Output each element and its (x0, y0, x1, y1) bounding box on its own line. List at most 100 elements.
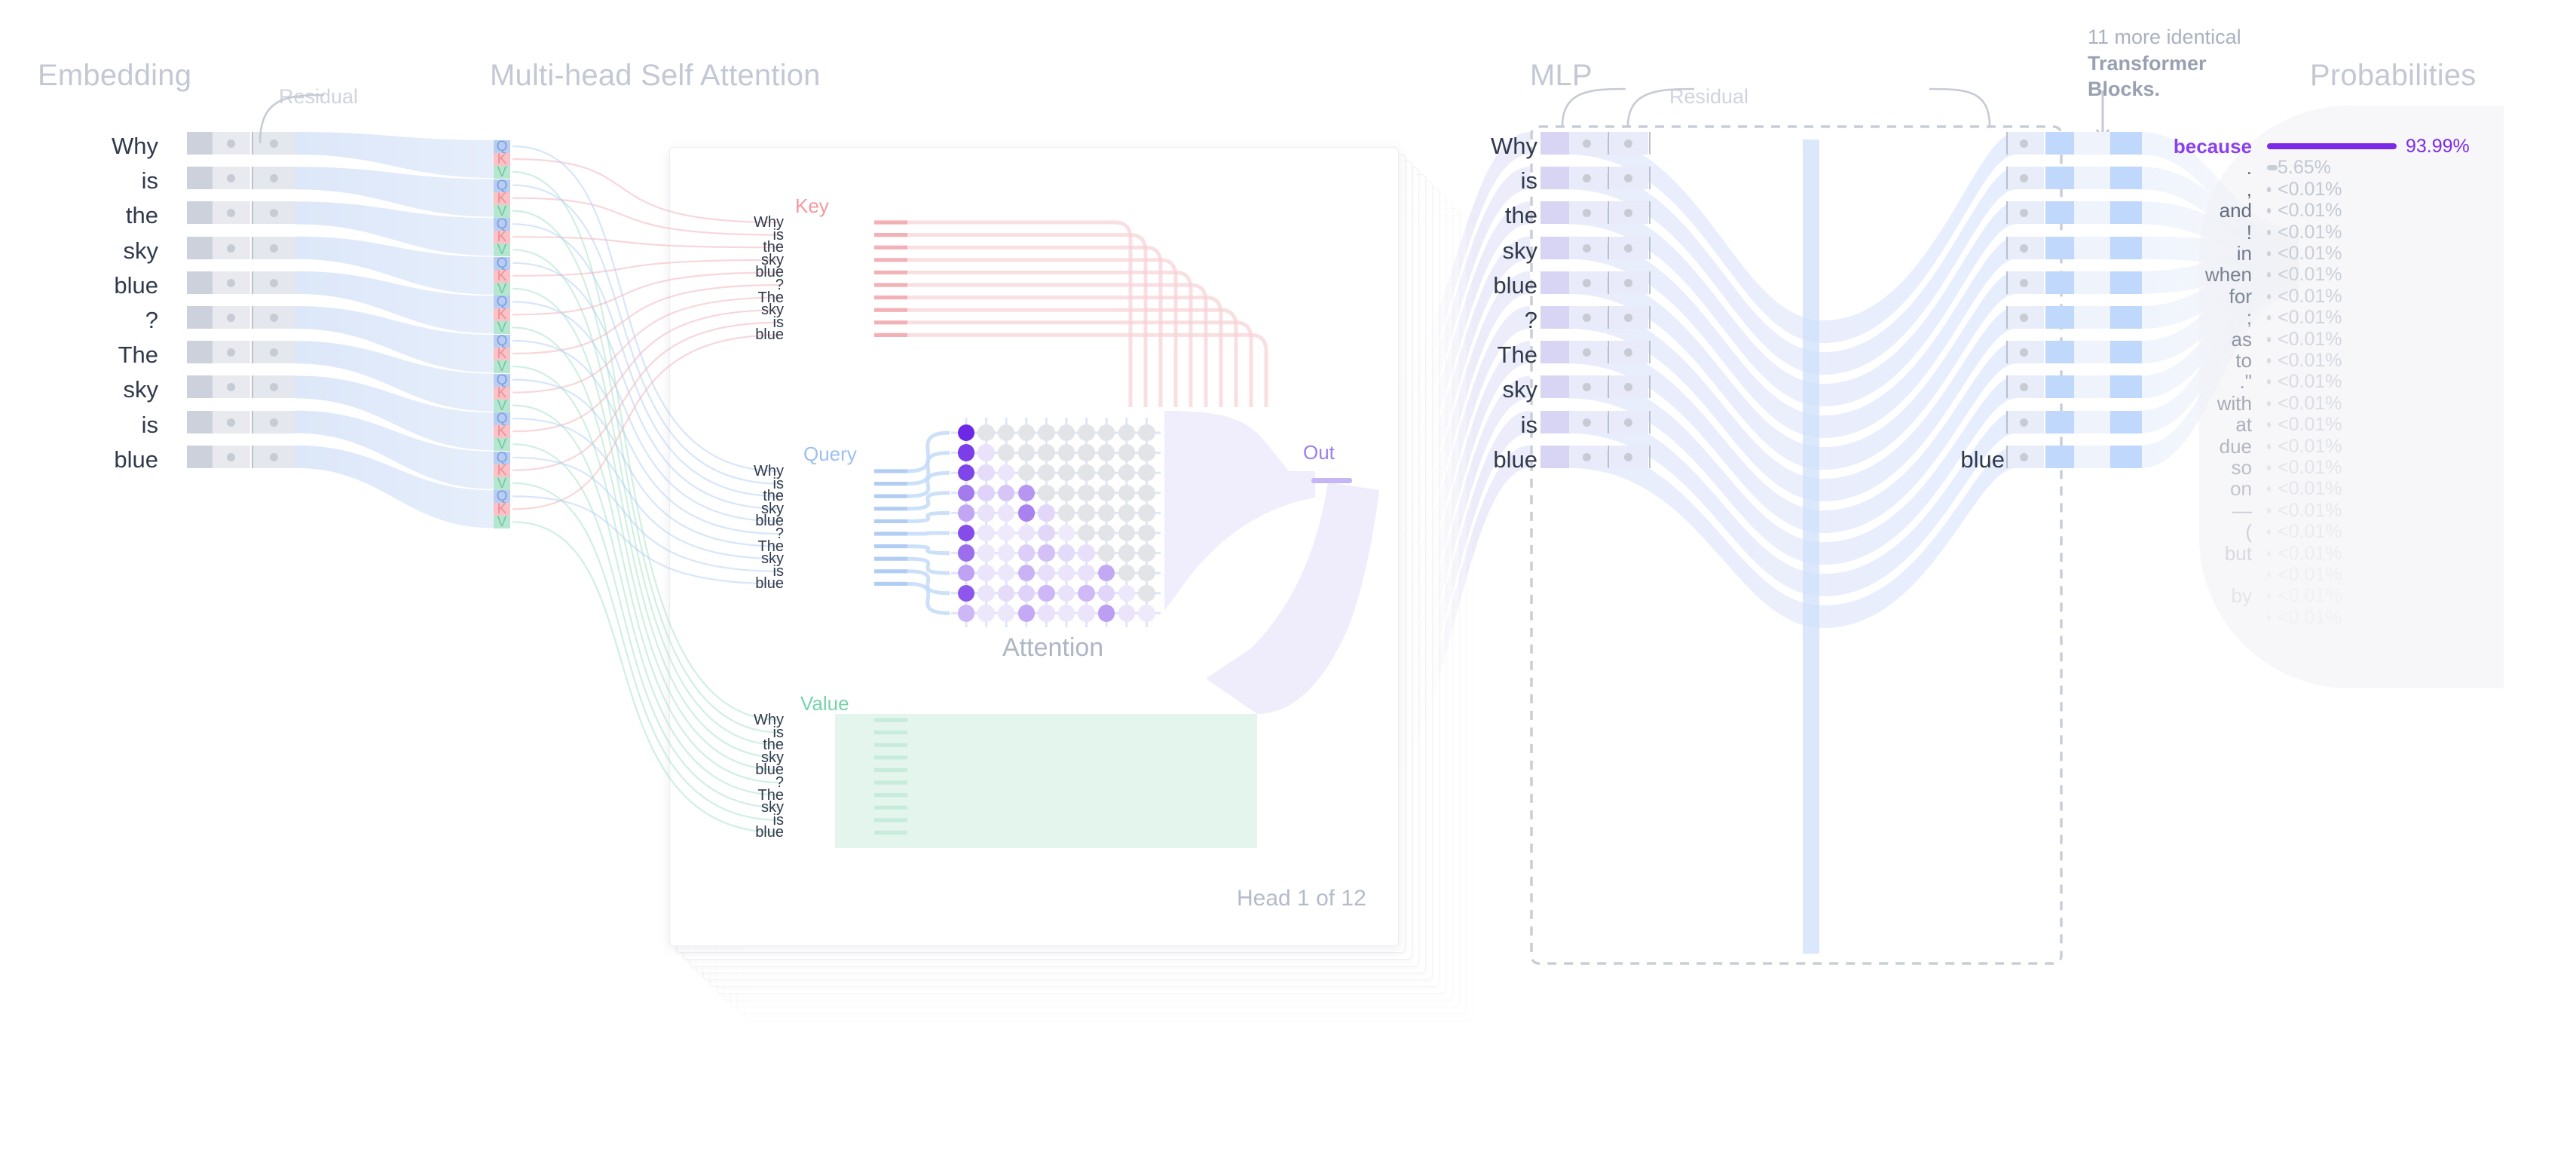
attention-cell[interactable] (1038, 524, 1055, 542)
probabilities-panel[interactable]: because 93.99% . 5.65% , <0.01% and <0.0… (2174, 106, 2576, 1161)
qkv-block-v[interactable]: V (494, 165, 510, 179)
attention-cell[interactable] (1138, 424, 1155, 442)
probability-row[interactable]: . 5.65% (2186, 157, 2576, 178)
attention-cell[interactable] (1118, 544, 1135, 562)
probability-row[interactable]: <0.01% (2186, 607, 2576, 628)
attention-cell[interactable] (957, 584, 975, 602)
attention-cell[interactable] (1017, 544, 1035, 562)
probability-row[interactable]: ; <0.01% (2186, 307, 2576, 328)
attention-cell[interactable] (977, 565, 995, 582)
attention-cell[interactable] (1138, 544, 1155, 562)
qkv-block-v[interactable]: V (494, 204, 510, 219)
attention-cell[interactable] (1078, 544, 1095, 562)
qkv-block-v[interactable]: V (494, 515, 510, 529)
attention-cell[interactable] (1057, 544, 1075, 562)
attention-cell[interactable] (1078, 484, 1095, 501)
probability-row[interactable]: and <0.01% (2186, 200, 2576, 221)
attention-cell[interactable] (1078, 524, 1095, 542)
attention-cell[interactable] (1118, 584, 1135, 602)
attention-cell[interactable] (957, 504, 975, 522)
probability-row[interactable]: by <0.01% (2186, 585, 2576, 606)
attention-cell[interactable] (1138, 524, 1155, 542)
attention-cell[interactable] (1017, 444, 1035, 461)
attention-cell[interactable] (1038, 504, 1055, 522)
qkv-block-v[interactable]: V (494, 399, 510, 413)
attention-cell[interactable] (1057, 484, 1075, 501)
attention-cell[interactable] (1057, 504, 1075, 522)
attention-cell[interactable] (1078, 504, 1095, 522)
attention-cell[interactable] (1038, 544, 1055, 562)
probability-row[interactable]: at <0.01% (2186, 414, 2576, 435)
attention-cell[interactable] (1118, 605, 1135, 622)
attention-cell[interactable] (1078, 605, 1095, 622)
attention-cell[interactable] (977, 605, 995, 622)
attention-cell[interactable] (1078, 565, 1095, 582)
attention-cell[interactable] (977, 424, 995, 442)
probability-row[interactable]: ( <0.01% (2186, 521, 2576, 542)
attention-cell[interactable] (998, 444, 1015, 461)
probability-row[interactable]: in <0.01% (2186, 243, 2576, 264)
attention-cell[interactable] (957, 544, 975, 562)
attention-cell[interactable] (1038, 484, 1055, 501)
attention-cell[interactable] (1118, 424, 1135, 442)
attention-cell[interactable] (977, 584, 995, 602)
probability-row[interactable]: for <0.01% (2186, 286, 2576, 307)
probability-row[interactable]: but <0.01% (2186, 543, 2576, 564)
qkv-block-v[interactable]: V (494, 282, 510, 296)
attention-cell[interactable] (1038, 424, 1055, 442)
attention-cell[interactable] (1118, 524, 1135, 542)
attention-cell[interactable] (1057, 605, 1075, 622)
probability-row[interactable]: <0.01% (2186, 564, 2576, 585)
probability-row[interactable]: ! <0.01% (2186, 222, 2576, 243)
attention-cell[interactable] (1017, 424, 1035, 442)
probability-row[interactable]: — <0.01% (2186, 500, 2576, 521)
attention-cell[interactable] (977, 484, 995, 501)
probability-row[interactable]: ." <0.01% (2186, 371, 2576, 392)
attention-cell[interactable] (998, 605, 1015, 622)
attention-cell[interactable] (1038, 464, 1055, 482)
attention-cell[interactable] (1138, 605, 1155, 622)
attention-cell[interactable] (1017, 504, 1035, 522)
probability-row[interactable]: as <0.01% (2186, 329, 2576, 350)
attention-cell[interactable] (1017, 584, 1035, 602)
attention-cell[interactable] (1138, 464, 1155, 482)
qkv-block-v[interactable]: V (494, 320, 510, 335)
attention-cell[interactable] (1078, 444, 1095, 461)
attention-cell[interactable] (1057, 584, 1075, 602)
probability-row[interactable]: on <0.01% (2186, 478, 2576, 499)
attention-cell[interactable] (1038, 444, 1055, 461)
probability-row[interactable]: so <0.01% (2186, 457, 2576, 478)
attention-cell[interactable] (1078, 464, 1095, 482)
attention-cell[interactable] (1098, 444, 1115, 461)
attention-cell[interactable] (1038, 565, 1055, 582)
attention-cell[interactable] (998, 544, 1015, 562)
attention-cell[interactable] (1078, 424, 1095, 442)
attention-cell[interactable] (1017, 524, 1035, 542)
probability-row[interactable]: to <0.01% (2186, 350, 2576, 371)
attention-cell[interactable] (957, 444, 975, 461)
attention-cell[interactable] (977, 444, 995, 461)
attention-cell[interactable] (1078, 584, 1095, 602)
qkv-block-v[interactable]: V (494, 437, 510, 452)
attention-cell[interactable] (1118, 444, 1135, 461)
attention-cell[interactable] (1017, 484, 1035, 501)
attention-cell[interactable] (1138, 584, 1155, 602)
attention-cell[interactable] (998, 504, 1015, 522)
attention-cell[interactable] (1098, 544, 1115, 562)
probability-row[interactable]: due <0.01% (2186, 436, 2576, 457)
attention-cell[interactable] (1038, 605, 1055, 622)
attention-cell[interactable] (957, 605, 975, 622)
attention-cell[interactable] (1138, 444, 1155, 461)
attention-cell[interactable] (977, 504, 995, 522)
attention-cell[interactable] (1118, 504, 1135, 522)
probability-row[interactable]: with <0.01% (2186, 393, 2576, 414)
qkv-block-v[interactable]: V (494, 360, 510, 374)
attention-cell[interactable] (977, 544, 995, 562)
probability-row[interactable]: when <0.01% (2186, 264, 2576, 285)
attention-cell[interactable] (977, 524, 995, 542)
probability-row[interactable]: because 93.99% (2174, 136, 2576, 157)
attention-cell[interactable] (1057, 444, 1075, 461)
attention-cell[interactable] (1138, 484, 1155, 501)
attention-cell[interactable] (957, 484, 975, 501)
attention-cell[interactable] (1118, 484, 1135, 501)
